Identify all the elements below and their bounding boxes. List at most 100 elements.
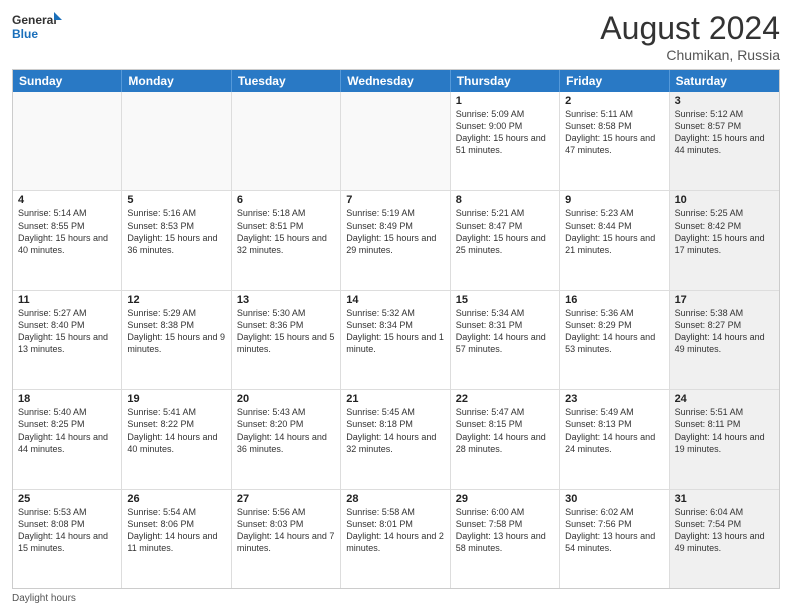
calendar-cell: 8Sunrise: 5:21 AMSunset: 8:47 PMDaylight…: [451, 191, 560, 289]
day-number: 20: [237, 393, 335, 405]
cell-info: Sunrise: 5:32 AMSunset: 8:34 PMDaylight:…: [346, 307, 444, 356]
calendar-cell: 31Sunrise: 6:04 AMSunset: 7:54 PMDayligh…: [670, 490, 779, 588]
day-number: 24: [675, 393, 774, 405]
calendar-cell: 28Sunrise: 5:58 AMSunset: 8:01 PMDayligh…: [341, 490, 450, 588]
calendar-cell: 29Sunrise: 6:00 AMSunset: 7:58 PMDayligh…: [451, 490, 560, 588]
calendar-cell: [232, 92, 341, 190]
cell-info: Sunrise: 6:00 AMSunset: 7:58 PMDaylight:…: [456, 506, 554, 555]
cell-info: Sunrise: 5:45 AMSunset: 8:18 PMDaylight:…: [346, 406, 444, 455]
calendar-cell: 15Sunrise: 5:34 AMSunset: 8:31 PMDayligh…: [451, 291, 560, 389]
cell-info: Sunrise: 6:02 AMSunset: 7:56 PMDaylight:…: [565, 506, 663, 555]
calendar-cell: [13, 92, 122, 190]
cell-info: Sunrise: 6:04 AMSunset: 7:54 PMDaylight:…: [675, 506, 774, 555]
calendar-cell: [122, 92, 231, 190]
day-number: 18: [18, 393, 116, 405]
day-number: 11: [18, 294, 116, 306]
day-number: 30: [565, 493, 663, 505]
cell-info: Sunrise: 5:16 AMSunset: 8:53 PMDaylight:…: [127, 207, 225, 256]
calendar-cell: 26Sunrise: 5:54 AMSunset: 8:06 PMDayligh…: [122, 490, 231, 588]
day-number: 22: [456, 393, 554, 405]
calendar-cell: 18Sunrise: 5:40 AMSunset: 8:25 PMDayligh…: [13, 390, 122, 488]
calendar-cell: 3Sunrise: 5:12 AMSunset: 8:57 PMDaylight…: [670, 92, 779, 190]
day-number: 4: [18, 194, 116, 206]
calendar-cell: 1Sunrise: 5:09 AMSunset: 9:00 PMDaylight…: [451, 92, 560, 190]
day-number: 28: [346, 493, 444, 505]
cell-info: Sunrise: 5:30 AMSunset: 8:36 PMDaylight:…: [237, 307, 335, 356]
header-day-sunday: Sunday: [13, 70, 122, 92]
calendar-cell: 27Sunrise: 5:56 AMSunset: 8:03 PMDayligh…: [232, 490, 341, 588]
cell-info: Sunrise: 5:41 AMSunset: 8:22 PMDaylight:…: [127, 406, 225, 455]
day-number: 7: [346, 194, 444, 206]
header: General Blue August 2024 Chumikan, Russi…: [12, 10, 780, 63]
cell-info: Sunrise: 5:34 AMSunset: 8:31 PMDaylight:…: [456, 307, 554, 356]
header-day-saturday: Saturday: [670, 70, 779, 92]
cell-info: Sunrise: 5:49 AMSunset: 8:13 PMDaylight:…: [565, 406, 663, 455]
logo: General Blue: [12, 10, 64, 46]
calendar-cell: 20Sunrise: 5:43 AMSunset: 8:20 PMDayligh…: [232, 390, 341, 488]
calendar-cell: 6Sunrise: 5:18 AMSunset: 8:51 PMDaylight…: [232, 191, 341, 289]
calendar-cell: 22Sunrise: 5:47 AMSunset: 8:15 PMDayligh…: [451, 390, 560, 488]
day-number: 25: [18, 493, 116, 505]
calendar-cell: [341, 92, 450, 190]
calendar-cell: 9Sunrise: 5:23 AMSunset: 8:44 PMDaylight…: [560, 191, 669, 289]
calendar-cell: 13Sunrise: 5:30 AMSunset: 8:36 PMDayligh…: [232, 291, 341, 389]
cell-info: Sunrise: 5:27 AMSunset: 8:40 PMDaylight:…: [18, 307, 116, 356]
day-number: 29: [456, 493, 554, 505]
cell-info: Sunrise: 5:21 AMSunset: 8:47 PMDaylight:…: [456, 207, 554, 256]
calendar-cell: 14Sunrise: 5:32 AMSunset: 8:34 PMDayligh…: [341, 291, 450, 389]
month-year: August 2024: [600, 10, 780, 47]
calendar-body: 1Sunrise: 5:09 AMSunset: 9:00 PMDaylight…: [13, 92, 779, 588]
calendar-week-4: 18Sunrise: 5:40 AMSunset: 8:25 PMDayligh…: [13, 390, 779, 489]
header-day-friday: Friday: [560, 70, 669, 92]
location: Chumikan, Russia: [600, 47, 780, 63]
day-number: 19: [127, 393, 225, 405]
calendar-cell: 17Sunrise: 5:38 AMSunset: 8:27 PMDayligh…: [670, 291, 779, 389]
calendar-cell: 4Sunrise: 5:14 AMSunset: 8:55 PMDaylight…: [13, 191, 122, 289]
calendar-week-3: 11Sunrise: 5:27 AMSunset: 8:40 PMDayligh…: [13, 291, 779, 390]
cell-info: Sunrise: 5:25 AMSunset: 8:42 PMDaylight:…: [675, 207, 774, 256]
calendar-cell: 11Sunrise: 5:27 AMSunset: 8:40 PMDayligh…: [13, 291, 122, 389]
title-block: August 2024 Chumikan, Russia: [600, 10, 780, 63]
cell-info: Sunrise: 5:40 AMSunset: 8:25 PMDaylight:…: [18, 406, 116, 455]
cell-info: Sunrise: 5:47 AMSunset: 8:15 PMDaylight:…: [456, 406, 554, 455]
calendar-week-1: 1Sunrise: 5:09 AMSunset: 9:00 PMDaylight…: [13, 92, 779, 191]
calendar-cell: 19Sunrise: 5:41 AMSunset: 8:22 PMDayligh…: [122, 390, 231, 488]
cell-info: Sunrise: 5:51 AMSunset: 8:11 PMDaylight:…: [675, 406, 774, 455]
cell-info: Sunrise: 5:53 AMSunset: 8:08 PMDaylight:…: [18, 506, 116, 555]
day-number: 23: [565, 393, 663, 405]
cell-info: Sunrise: 5:11 AMSunset: 8:58 PMDaylight:…: [565, 108, 663, 157]
calendar-cell: 24Sunrise: 5:51 AMSunset: 8:11 PMDayligh…: [670, 390, 779, 488]
day-number: 26: [127, 493, 225, 505]
cell-info: Sunrise: 5:29 AMSunset: 8:38 PMDaylight:…: [127, 307, 225, 356]
day-number: 2: [565, 95, 663, 107]
cell-info: Sunrise: 5:36 AMSunset: 8:29 PMDaylight:…: [565, 307, 663, 356]
calendar-week-5: 25Sunrise: 5:53 AMSunset: 8:08 PMDayligh…: [13, 490, 779, 588]
cell-info: Sunrise: 5:38 AMSunset: 8:27 PMDaylight:…: [675, 307, 774, 356]
calendar: SundayMondayTuesdayWednesdayThursdayFrid…: [12, 69, 780, 589]
day-number: 10: [675, 194, 774, 206]
cell-info: Sunrise: 5:19 AMSunset: 8:49 PMDaylight:…: [346, 207, 444, 256]
daylight-label: Daylight hours: [12, 593, 76, 604]
calendar-cell: 21Sunrise: 5:45 AMSunset: 8:18 PMDayligh…: [341, 390, 450, 488]
calendar-cell: 10Sunrise: 5:25 AMSunset: 8:42 PMDayligh…: [670, 191, 779, 289]
day-number: 6: [237, 194, 335, 206]
cell-info: Sunrise: 5:58 AMSunset: 8:01 PMDaylight:…: [346, 506, 444, 555]
header-day-wednesday: Wednesday: [341, 70, 450, 92]
day-number: 9: [565, 194, 663, 206]
day-number: 15: [456, 294, 554, 306]
day-number: 27: [237, 493, 335, 505]
day-number: 31: [675, 493, 774, 505]
calendar-cell: 23Sunrise: 5:49 AMSunset: 8:13 PMDayligh…: [560, 390, 669, 488]
footer: Daylight hours: [12, 593, 780, 604]
day-number: 8: [456, 194, 554, 206]
calendar-cell: 12Sunrise: 5:29 AMSunset: 8:38 PMDayligh…: [122, 291, 231, 389]
day-number: 21: [346, 393, 444, 405]
header-day-tuesday: Tuesday: [232, 70, 341, 92]
cell-info: Sunrise: 5:18 AMSunset: 8:51 PMDaylight:…: [237, 207, 335, 256]
header-day-monday: Monday: [122, 70, 231, 92]
calendar-cell: 5Sunrise: 5:16 AMSunset: 8:53 PMDaylight…: [122, 191, 231, 289]
header-day-thursday: Thursday: [451, 70, 560, 92]
cell-info: Sunrise: 5:14 AMSunset: 8:55 PMDaylight:…: [18, 207, 116, 256]
cell-info: Sunrise: 5:09 AMSunset: 9:00 PMDaylight:…: [456, 108, 554, 157]
day-number: 3: [675, 95, 774, 107]
